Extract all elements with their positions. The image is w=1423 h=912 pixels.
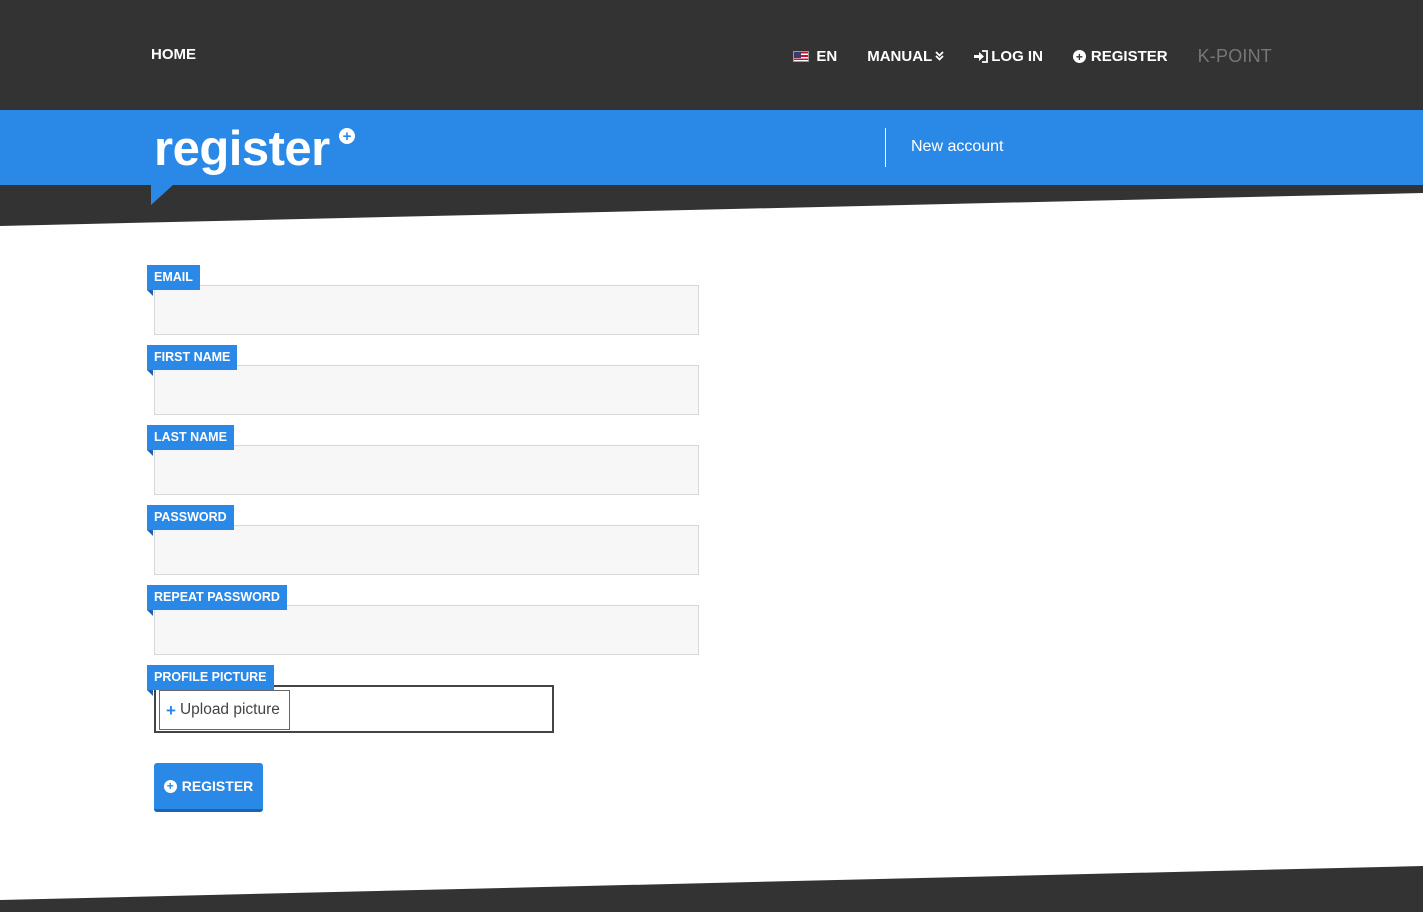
title-plus-circle-icon: + (339, 128, 355, 144)
repeat-password-label: REPEAT PASSWORD (147, 585, 287, 616)
nav-language-label: EN (816, 48, 838, 65)
profile-picture-dropzone[interactable]: + Upload picture (154, 685, 554, 733)
repeat-password-field[interactable] (154, 605, 699, 655)
email-field[interactable] (154, 285, 699, 335)
double-chevron-down-icon (935, 48, 944, 65)
profile-picture-label: PROFILE PICTURE (147, 665, 274, 696)
sign-in-icon (974, 50, 989, 63)
nav-register-label: REGISTER (1090, 48, 1168, 65)
nav-login-label: LOG IN (991, 48, 1043, 65)
upload-picture-button[interactable]: + Upload picture (159, 690, 290, 730)
header-dark-slant (0, 185, 1423, 226)
nav-language-selector[interactable]: EN (793, 48, 837, 65)
password-label: PASSWORD (147, 505, 234, 536)
first-name-label: FIRST NAME (147, 345, 238, 376)
plus-circle-icon: + (1072, 50, 1086, 63)
last-name-field[interactable] (154, 445, 699, 495)
first-name-field[interactable] (154, 365, 699, 415)
nav-manual-label: MANUAL (867, 48, 933, 65)
nav-home-link[interactable]: HOME (151, 46, 196, 63)
last-name-label: LAST NAME (147, 425, 234, 456)
nav-right-menu: EN MANUAL LOG IN + REGISTER K-POINT (793, 46, 1272, 67)
email-label: EMAIL (147, 265, 200, 296)
header-notch (151, 185, 173, 205)
nav-login-link[interactable]: LOG IN (974, 48, 1043, 65)
plus-icon: + (166, 700, 176, 720)
upload-picture-label: Upload picture (179, 701, 280, 718)
nav-brand-link[interactable]: K-POINT (1198, 46, 1272, 67)
footer-dark-slant (0, 866, 1423, 912)
page-subtitle: New account (911, 138, 1004, 155)
nav-manual-dropdown[interactable]: MANUAL (867, 48, 944, 65)
page-title: register (154, 122, 330, 176)
us-flag-icon (793, 51, 810, 62)
plus-circle-icon: + (163, 779, 177, 793)
top-navbar: HOME EN MANUAL LOG IN + REGISTER K-POINT (0, 0, 1423, 110)
register-submit-button[interactable]: + REGISTER (154, 763, 263, 812)
register-submit-label: REGISTER (181, 778, 254, 794)
nav-register-link[interactable]: + REGISTER (1072, 48, 1168, 65)
password-field[interactable] (154, 525, 699, 575)
header-divider (885, 128, 886, 167)
